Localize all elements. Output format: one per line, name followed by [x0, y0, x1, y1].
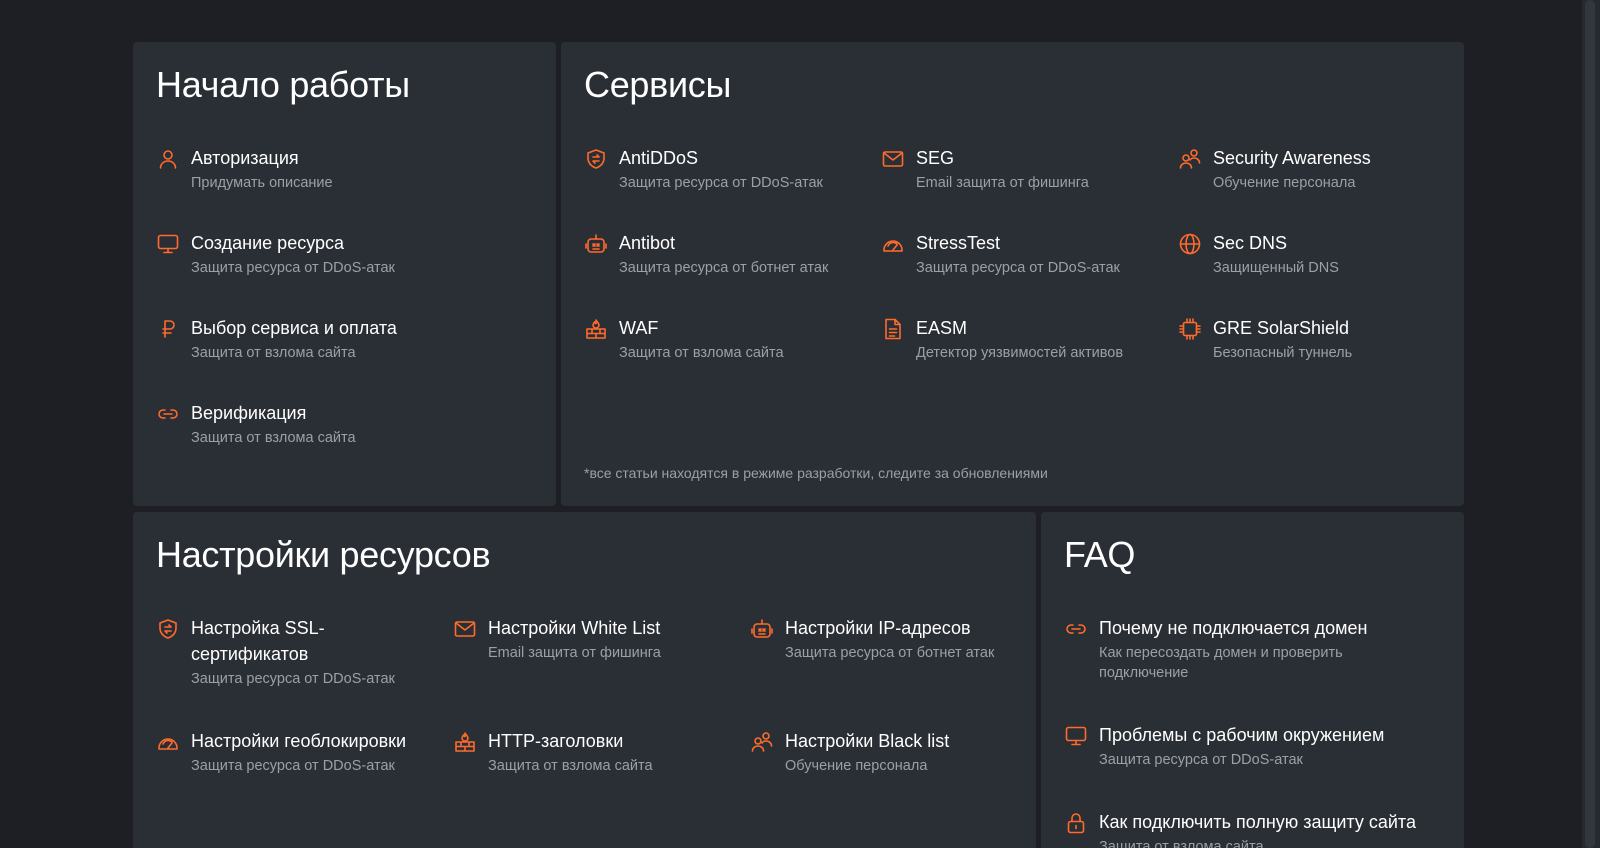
item-title: EASM [916, 318, 968, 338]
item-subtitle: Email защита от фишинга [488, 645, 661, 661]
getting-started-card: Начало работы Авторизация Придумать опис… [133, 42, 556, 506]
item-title: Sec DNS [1213, 233, 1288, 253]
item-title: Выбор сервиса и оплата [191, 318, 397, 338]
getting-started-title: Начало работы [156, 64, 410, 105]
item-subtitle: Защита ресурса от ботнет атак [785, 645, 995, 661]
item-subtitle: Придумать описание [191, 175, 333, 191]
monitor-icon [1064, 724, 1088, 748]
item-subtitle: Защита от взлома сайта [191, 430, 356, 446]
item-subtitle: Детектор уязвимостей активов [916, 345, 1124, 361]
help-center-page: Начало работы Авторизация Придумать опис… [0, 0, 1600, 848]
faq-card: FAQ Почему не подключается домен Как пер… [1041, 512, 1464, 848]
item-subtitle: Защита ресурса от DDoS-атак [191, 260, 395, 276]
mail-icon [881, 147, 905, 171]
shield-arrows-icon [584, 147, 608, 171]
item-title: Почему не подключается домен [1099, 618, 1368, 638]
document-icon [881, 317, 905, 341]
resource-settings-title: Настройки ресурсов [156, 534, 491, 575]
item-title: Авторизация [191, 148, 299, 168]
item-subtitle: Защита от взлома сайта [191, 345, 356, 361]
resource-settings-card: Настройки ресурсов Настройка SSL-сертифи… [133, 512, 1036, 848]
users-icon [1178, 147, 1202, 171]
services-development-note: *все статьи находятся в режиме разработк… [584, 465, 1048, 481]
monitor-icon [156, 232, 180, 256]
item-title: SEG [916, 148, 955, 168]
robot-icon [750, 617, 774, 641]
lock-icon [1064, 811, 1088, 835]
item-subtitle: Безопасный туннель [1213, 345, 1353, 361]
shield-arrows-icon [156, 617, 180, 641]
item-title: AntiDDoS [619, 148, 699, 168]
gauge-icon [881, 232, 905, 256]
item-subtitle: Обучение персонала [785, 758, 928, 774]
firewall-icon [584, 317, 608, 341]
item-subtitle: Email защита от фишинга [916, 175, 1089, 191]
firewall-icon [453, 730, 477, 754]
item-title: HTTP-заголовки [488, 731, 624, 751]
item-subtitle: Защита ресурса от DDoS-атак [619, 175, 823, 191]
item-subtitle: Защита ресурса от DDoS-атак [916, 260, 1120, 276]
item-title: Настройки White List [488, 618, 661, 638]
item-subtitle: Обучение персонала [1213, 175, 1356, 191]
item-subtitle: Как пересоздать домен и проверить подклю… [1099, 645, 1343, 681]
services-card: Сервисы AntiDDoS Защита ресурса от DDoS-… [561, 42, 1464, 506]
item-title: Проблемы с рабочим окружением [1099, 725, 1385, 745]
item-title: Верификация [191, 403, 307, 423]
item-title: StressTest [916, 233, 1001, 253]
item-subtitle: Защита от взлома сайта [1099, 839, 1264, 848]
item-title: Antibot [619, 233, 676, 253]
chip-icon [1178, 317, 1202, 341]
item-subtitle: Защита ресурса от DDoS-атак [191, 758, 395, 774]
users-icon [750, 730, 774, 754]
globe-icon [1178, 232, 1202, 256]
link-icon [156, 402, 180, 426]
item-title: Настройки геоблокировки [191, 731, 407, 751]
item-subtitle: Защита от взлома сайта [619, 345, 784, 361]
item-subtitle: Защита ресурса от DDoS-атак [1099, 752, 1303, 768]
item-title: Настройки IP-адресов [785, 618, 971, 638]
item-subtitle: Защищенный DNS [1213, 260, 1339, 276]
item-title: GRE SolarShield [1213, 318, 1350, 338]
item-title: Настройка SSL-сертификатов [191, 618, 325, 664]
item-title: Security Awareness [1213, 148, 1371, 168]
ruble-icon [156, 317, 180, 341]
item-title: Создание ресурса [191, 233, 345, 253]
faq-title: FAQ [1064, 534, 1136, 575]
services-title: Сервисы [584, 64, 732, 105]
item-subtitle: Защита ресурса от ботнет атак [619, 260, 829, 276]
item-title: Настройки Black list [785, 731, 950, 751]
robot-icon [584, 232, 608, 256]
user-icon [156, 147, 180, 171]
item-title: WAF [619, 318, 659, 338]
item-subtitle: Защита от взлома сайта [488, 758, 653, 774]
item-subtitle: Защита ресурса от DDoS-атак [191, 671, 395, 687]
mail-icon [453, 617, 477, 641]
item-title: Как подключить полную защиту сайта [1099, 812, 1416, 832]
gauge-icon [156, 730, 180, 754]
link-icon [1064, 617, 1088, 641]
scrollbar-thumb[interactable] [1585, 0, 1595, 848]
